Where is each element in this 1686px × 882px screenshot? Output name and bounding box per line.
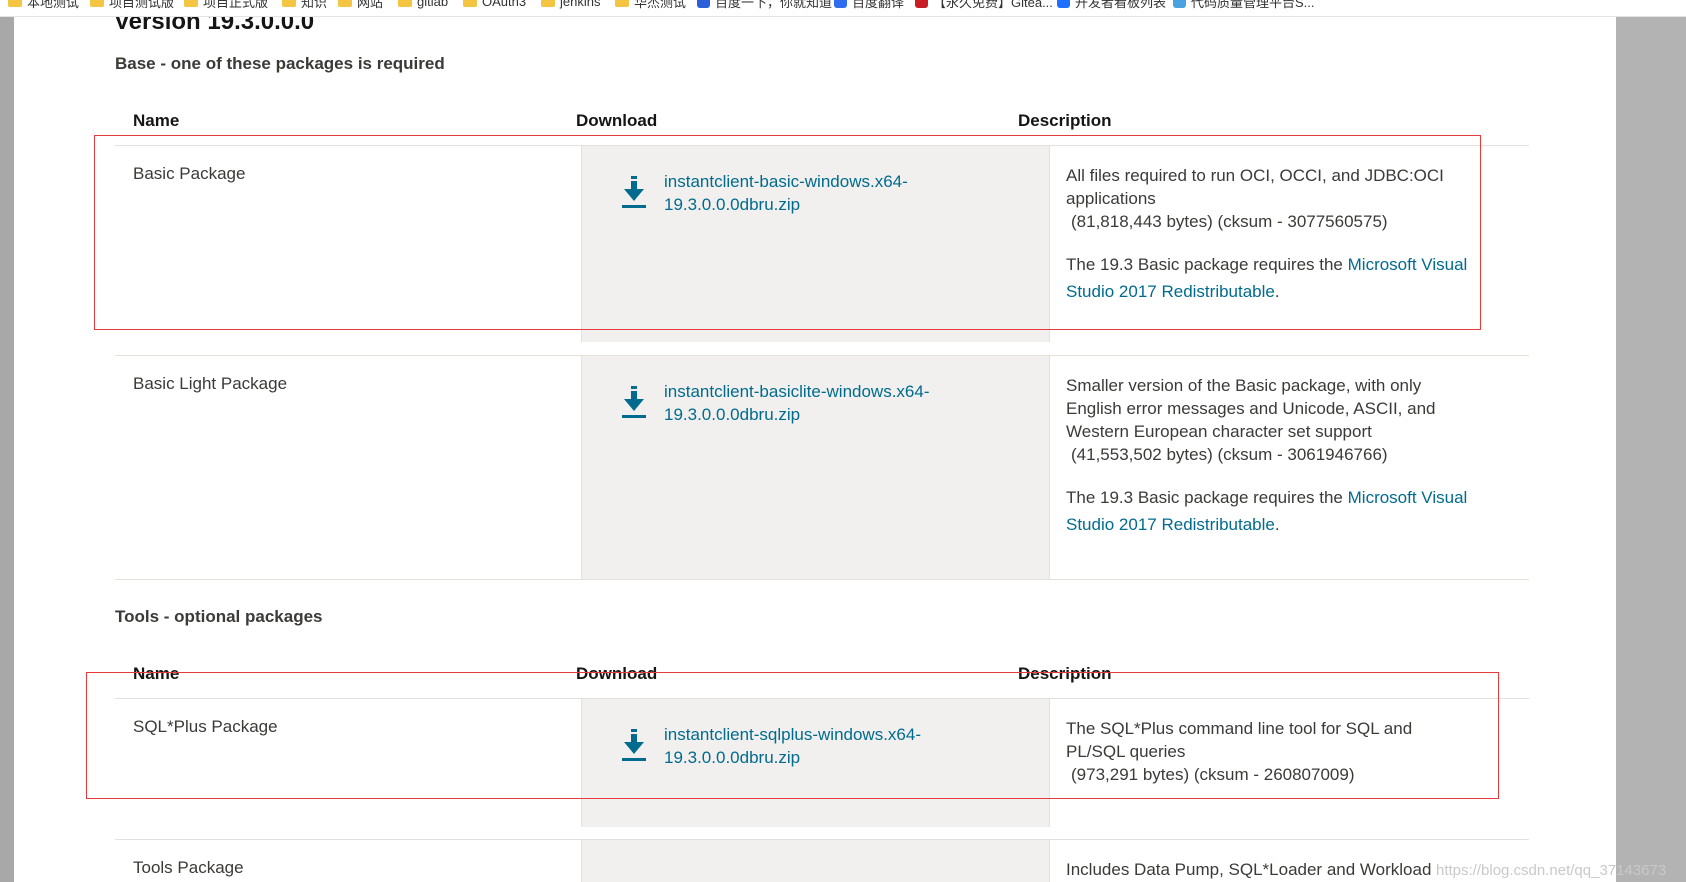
download-link-basic[interactable]: instantclient-basic-windows.x64- 19.3.0.…: [664, 170, 964, 216]
folder-icon: [8, 0, 22, 7]
bookmark-item[interactable]: 代码质量管理平台S...: [1173, 0, 1315, 10]
bookmark-item[interactable]: 百度一下，你就知道: [697, 0, 832, 10]
folder-icon: [463, 0, 477, 7]
bookmarks-bar: 本地测试 项目测试版 项目正式版 知识 网站 gitlab OAuth3 jen…: [0, 0, 1686, 17]
bookmark-item[interactable]: 本地测试: [8, 0, 79, 10]
column-header-description: Description: [1018, 664, 1112, 683]
folder-icon: [398, 0, 412, 7]
bookmark-item[interactable]: gitlab: [398, 0, 448, 10]
column-header-name: Name: [133, 664, 180, 683]
package-size: (973,291 bytes) (cksum - 260807009): [1071, 765, 1355, 784]
watermark: https://blog.csdn.net/qq_37143673: [1436, 862, 1667, 879]
bookmark-item[interactable]: 知识: [282, 0, 327, 10]
package-name: Basic Package: [133, 164, 246, 183]
blue-icon: [1057, 0, 1070, 8]
sonar-icon: [1173, 0, 1186, 8]
page-content: Version 19.3.0.0.0 Base - one of these p…: [14, 17, 1616, 882]
download-link-sqlplus[interactable]: instantclient-sqlplus-windows.x64- 19.3.…: [664, 723, 964, 769]
column-header-download: Download: [576, 111, 658, 130]
bookmark-item[interactable]: 网站: [338, 0, 383, 10]
download-link-basiclite[interactable]: instantclient-basiclite-windows.x64- 19.…: [664, 380, 964, 426]
requirement-note: The 19.3 Basic package requires the Micr…: [1066, 255, 1468, 301]
folder-icon: [90, 0, 104, 7]
package-description: Smaller version of the Basic package, wi…: [1066, 374, 1506, 538]
version-heading: Version 19.3.0.0.0: [114, 17, 315, 35]
bookmark-item[interactable]: 华杰测试: [615, 0, 686, 10]
folder-icon: [615, 0, 629, 7]
bookmark-item[interactable]: 项目测试版: [90, 0, 174, 10]
package-name: SQL*Plus Package: [133, 717, 278, 736]
bookmark-item[interactable]: 项目正式版: [184, 0, 268, 10]
table-row: instantclient-basiclite-windows.x64- 19.…: [115, 355, 1529, 580]
download-cell: instantclient-basiclite-windows.x64- 19.…: [581, 356, 1050, 579]
package-name: Basic Light Package: [133, 374, 288, 393]
tools-section-title: Tools - optional packages: [115, 607, 323, 626]
base-section-title: Base - one of these packages is required: [115, 54, 445, 73]
column-header-description: Description: [1018, 111, 1112, 130]
table-row: instantclient-sqlplus-windows.x64- 19.3.…: [115, 698, 1529, 827]
package-name: Tools Package: [133, 858, 244, 877]
left-gutter: [0, 17, 14, 882]
bookmark-item[interactable]: 【永久免费】Gitea...: [915, 0, 1053, 10]
right-gutter: [1616, 17, 1686, 882]
bookmark-item[interactable]: 百度翻译: [834, 0, 904, 10]
package-description: The SQL*Plus command line tool for SQL a…: [1066, 717, 1506, 786]
download-cell: instantclient-sqlplus-windows.x64- 19.3.…: [581, 699, 1050, 827]
folder-icon: [282, 0, 296, 7]
package-description: All files required to run OCI, OCCI, and…: [1066, 164, 1506, 305]
bookmark-item[interactable]: jenkins: [541, 0, 600, 10]
folder-icon: [338, 0, 352, 7]
package-size: (41,553,502 bytes) (cksum - 3061946766): [1071, 445, 1388, 464]
download-icon: [622, 386, 646, 418]
download-icon: [622, 176, 646, 208]
requirement-note: The 19.3 Basic package requires the Micr…: [1066, 488, 1468, 534]
translate-icon: [834, 0, 847, 8]
bookmark-item[interactable]: 开发者看板列表: [1057, 0, 1166, 10]
folder-icon: [184, 0, 198, 7]
download-cell: instantclient-basic-windows.x64- 19.3.0.…: [581, 146, 1050, 342]
table-row: instantclient-basic-windows.x64- 19.3.0.…: [115, 145, 1529, 342]
bookmark-item[interactable]: OAuth3: [463, 0, 526, 10]
column-header-name: Name: [133, 111, 180, 130]
download-icon: [622, 729, 646, 761]
download-cell: [581, 840, 1050, 882]
folder-icon: [541, 0, 555, 7]
gitee-icon: [915, 0, 928, 8]
package-size: (81,818,443 bytes) (cksum - 3077560575): [1071, 212, 1388, 231]
table-row: Tools Package Includes Data Pump, SQL*Lo…: [115, 839, 1529, 882]
column-header-download: Download: [576, 664, 658, 683]
baidu-icon: [697, 0, 710, 8]
